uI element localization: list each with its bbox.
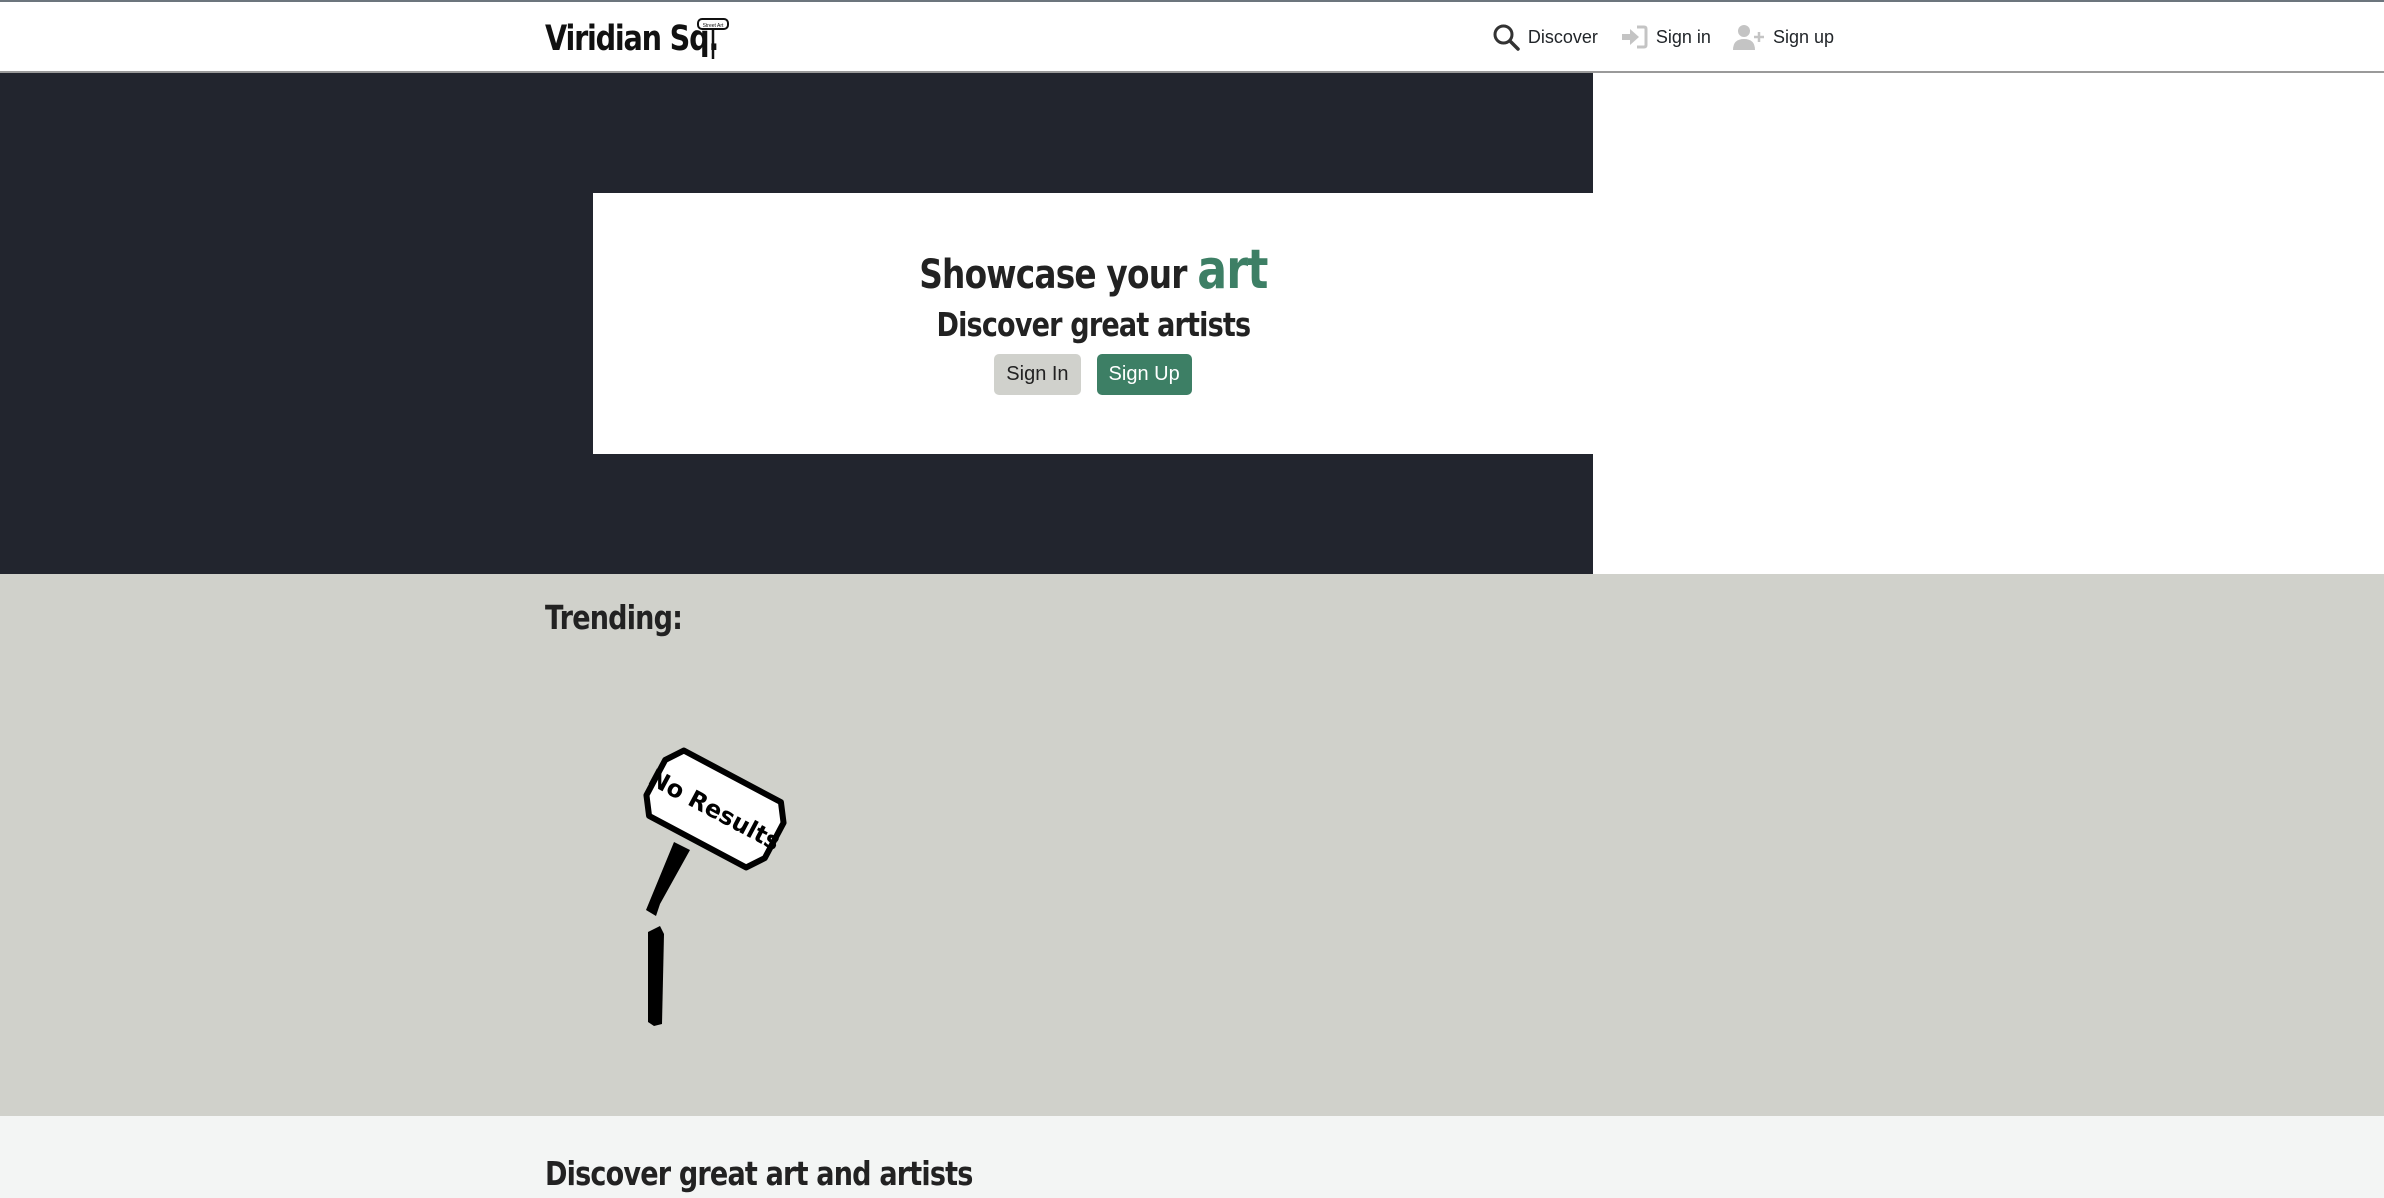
no-results-illustration: No Results xyxy=(643,747,787,1026)
trending-title: Trending: xyxy=(545,598,683,637)
nav-links: Discover Sign in Sign up xyxy=(1492,2,1834,72)
sign-up-button[interactable]: Sign Up xyxy=(1096,354,1192,395)
brand-logo-text[interactable]: Viridian Sq. xyxy=(545,14,719,64)
nav-sign-up-link[interactable]: Sign up xyxy=(1732,24,1834,50)
nav-sign-in-label: Sign in xyxy=(1655,26,1711,47)
nav-discover-label: Discover xyxy=(1527,26,1598,47)
nav-sign-up-label: Sign up xyxy=(1772,26,1834,47)
hero-card: Showcase your art Discover great artists… xyxy=(593,193,1593,454)
hero-title-accent: art xyxy=(1196,238,1268,301)
hero-title-prefix: Showcase your xyxy=(918,252,1197,298)
search-icon xyxy=(1493,24,1520,51)
top-navbar: Viridian Sq. Street Art Discover Sign in xyxy=(0,0,2384,73)
hero-subtitle: Discover great artists xyxy=(936,305,1251,344)
nav-discover-link[interactable]: Discover xyxy=(1492,23,1598,51)
sign-in-icon xyxy=(1621,25,1648,49)
brand-sign-icon: Street Art xyxy=(697,18,729,59)
user-plus-icon xyxy=(1732,25,1764,50)
hero-buttons: Sign In Sign Up xyxy=(994,354,1192,395)
brand-sign-label: Street Art xyxy=(703,23,724,29)
discover-section: Discover great art and artists xyxy=(0,1116,2384,1198)
nav-sign-in-link[interactable]: Sign in xyxy=(1620,25,1711,49)
trending-section: Trending: No Results xyxy=(0,574,2384,1116)
discover-title: Discover great art and artists xyxy=(545,1154,973,1193)
sign-in-button[interactable]: Sign In xyxy=(994,354,1081,395)
hero-title: Showcase your art xyxy=(918,243,1268,298)
